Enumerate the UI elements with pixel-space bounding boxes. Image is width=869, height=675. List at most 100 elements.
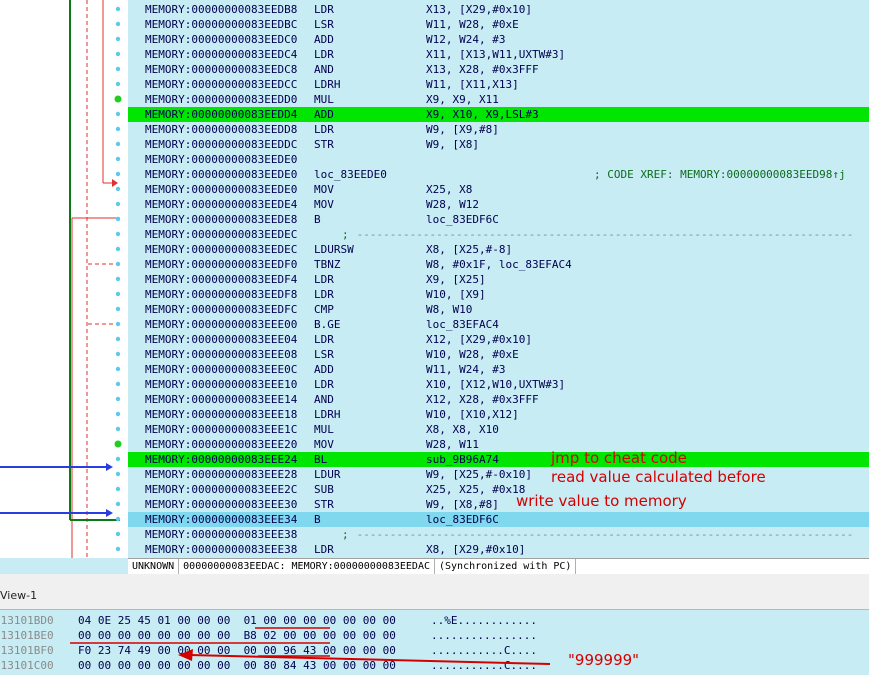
- row-mnemonic[interactable]: LDR: [314, 542, 334, 557]
- listing-row[interactable]: MEMORY:00000000083EEDE4 MOV W28, W12: [128, 197, 869, 212]
- row-operands[interactable]: X8, [X25,#-8]: [426, 242, 512, 257]
- row-operands[interactable]: X13, X28, #0x3FFF: [426, 62, 539, 77]
- hex-row[interactable]: 013101BE0 00 00 00 00 00 00 00 00 B8 02 0…: [0, 628, 869, 643]
- breakpoint-dot[interactable]: [115, 186, 121, 192]
- row-operands[interactable]: X12, [X29,#0x10]: [426, 332, 532, 347]
- breakpoint-dot[interactable]: [115, 126, 121, 132]
- listing-row[interactable]: MEMORY:00000000083EEE38; ---------------…: [128, 527, 869, 542]
- listing-row[interactable]: MEMORY:00000000083EEE20 MOV W28, W11: [128, 437, 869, 452]
- row-operands[interactable]: X8, X8, X10: [426, 422, 499, 437]
- hex-ascii[interactable]: ..%E............: [431, 613, 537, 628]
- row-mnemonic[interactable]: LDUR: [314, 467, 341, 482]
- row-operands[interactable]: X25, X25, #0x18: [426, 482, 525, 497]
- listing-row[interactable]: MEMORY:00000000083EEDB8 LDR X13, [X29,#0x1…: [128, 2, 869, 17]
- listing-row[interactable]: MEMORY:00000000083EEE04 LDR X12, [X29,#0x1…: [128, 332, 869, 347]
- breakpoint-dot[interactable]: [115, 246, 121, 252]
- row-operands[interactable]: loc_83EDF6C: [426, 212, 499, 227]
- row-mnemonic[interactable]: LDURSW: [314, 242, 354, 257]
- listing-row[interactable]: MEMORY:00000000083EEE38 LDR X8, [X29,#0x10…: [128, 542, 869, 557]
- listing-row[interactable]: MEMORY:00000000083EEDE8 Bloc_83EDF6C: [128, 212, 869, 227]
- listing-row[interactable]: MEMORY:00000000083EEDE0 MOV X25, X8: [128, 182, 869, 197]
- hex-view[interactable]: 013101BD0 04 0E 25 45 01 00 00 00 01 00 0…: [0, 610, 869, 675]
- breakpoint-dot[interactable]: [115, 471, 121, 477]
- row-comment[interactable]: ; CODE XREF: MEMORY:00000000083EED98↑j: [594, 167, 846, 182]
- row-operands[interactable]: W9, [X25,#-0x10]: [426, 467, 532, 482]
- listing-row[interactable]: MEMORY:00000000083EEDC0 ADD W12, W24, #3: [128, 32, 869, 47]
- listing-row[interactable]: MEMORY:00000000083EEE1C MUL X8, X8, X10: [128, 422, 869, 437]
- breakpoint-dot[interactable]: [115, 171, 121, 177]
- row-operands[interactable]: sub_9B96A74: [426, 452, 499, 467]
- row-mnemonic[interactable]: TBNZ: [314, 257, 341, 272]
- listing-row[interactable]: MEMORY:00000000083EEE18 LDRH W10, [X10,X12…: [128, 407, 869, 422]
- breakpoint-dot[interactable]: [114, 95, 122, 103]
- breakpoint-dot[interactable]: [115, 291, 121, 297]
- listing-row[interactable]: MEMORY:00000000083EEDFC CMP W8, W10: [128, 302, 869, 317]
- breakpoint-dot[interactable]: [115, 501, 121, 507]
- row-mnemonic[interactable]: ADD: [314, 362, 334, 377]
- breakpoint-dot[interactable]: [115, 141, 121, 147]
- hex-row[interactable]: 013101BD0 04 0E 25 45 01 00 00 00 01 00 0…: [0, 613, 869, 628]
- row-operands[interactable]: X13, [X29,#0x10]: [426, 2, 532, 17]
- hex-view-title[interactable]: View-1: [0, 589, 37, 602]
- row-mnemonic[interactable]: B: [314, 512, 321, 527]
- breakpoint-dot[interactable]: [115, 6, 121, 12]
- listing-row[interactable]: MEMORY:00000000083EEDEC; ---------------…: [128, 227, 869, 242]
- listing-row[interactable]: MEMORY:00000000083EEE24 BL sub_9B96A74: [128, 452, 869, 467]
- hex-row[interactable]: 013101C00 00 00 00 00 00 00 00 00 00 80 8…: [0, 658, 869, 673]
- breakpoint-dot[interactable]: [115, 516, 121, 522]
- row-operands[interactable]: W11, [X11,X13]: [426, 77, 519, 92]
- row-operands[interactable]: W8, W10: [426, 302, 472, 317]
- breakpoint-dot[interactable]: [115, 366, 121, 372]
- row-mnemonic[interactable]: MOV: [314, 182, 334, 197]
- row-mnemonic[interactable]: LSR: [314, 347, 334, 362]
- listing-row[interactable]: MEMORY:00000000083EEDD8 LDR W9, [X9,#8]: [128, 122, 869, 137]
- listing-row[interactable]: MEMORY:00000000083EEE10 LDR X10, [X12,W10,…: [128, 377, 869, 392]
- listing-row[interactable]: MEMORY:00000000083EEE0C ADD W11, W24, #3: [128, 362, 869, 377]
- row-operands[interactable]: X12, X28, #0x3FFF: [426, 392, 539, 407]
- row-operands[interactable]: W12, W24, #3: [426, 32, 505, 47]
- breakpoint-dot[interactable]: [115, 111, 121, 117]
- breakpoint-dot[interactable]: [115, 531, 121, 537]
- hex-bytes[interactable]: F0 23 74 49 00 00 00 00 00 00 96 43 00 0…: [78, 643, 396, 658]
- row-mnemonic[interactable]: LDR: [314, 332, 334, 347]
- hex-bytes[interactable]: 00 00 00 00 00 00 00 00 00 80 84 43 00 0…: [78, 658, 396, 673]
- row-mnemonic[interactable]: LDRH: [314, 77, 341, 92]
- row-mnemonic[interactable]: LDR: [314, 287, 334, 302]
- row-operands[interactable]: W28, W12: [426, 197, 479, 212]
- breakpoint-dot[interactable]: [115, 321, 121, 327]
- row-mnemonic[interactable]: CMP: [314, 302, 334, 317]
- breakpoint-dot[interactable]: [115, 231, 121, 237]
- row-mnemonic[interactable]: LDRH: [314, 407, 341, 422]
- row-mnemonic[interactable]: ADD: [314, 107, 334, 122]
- panel-splitter[interactable]: [0, 574, 869, 581]
- row-mnemonic[interactable]: loc_83EEDE0: [314, 167, 387, 182]
- breakpoint-dot[interactable]: [115, 201, 121, 207]
- row-operands[interactable]: W10, [X9]: [426, 287, 486, 302]
- row-operands[interactable]: X8, [X29,#0x10]: [426, 542, 525, 557]
- breakpoint-dot[interactable]: [115, 411, 121, 417]
- listing-row[interactable]: MEMORY:00000000083EEDF4 LDR X9, [X25]: [128, 272, 869, 287]
- breakpoint-dot[interactable]: [115, 351, 121, 357]
- breakpoint-dots[interactable]: [0, 0, 128, 558]
- breakpoint-dot[interactable]: [115, 306, 121, 312]
- breakpoint-dot[interactable]: [115, 381, 121, 387]
- hex-ascii[interactable]: ................: [431, 628, 537, 643]
- listing-row[interactable]: MEMORY:00000000083EEDBC LSR W11, W28, #0xE: [128, 17, 869, 32]
- breakpoint-dot[interactable]: [115, 456, 121, 462]
- listing-row[interactable]: MEMORY:00000000083EEDDC STR W9, [X8]: [128, 137, 869, 152]
- listing-row[interactable]: MEMORY:00000000083EEDD4 ADD X9, X10, X9,LS…: [128, 107, 869, 122]
- listing-row[interactable]: MEMORY:00000000083EEDC8 AND X13, X28, #0x3…: [128, 62, 869, 77]
- row-mnemonic[interactable]: MUL: [314, 92, 334, 107]
- row-operands[interactable]: W10, [X10,X12]: [426, 407, 519, 422]
- breakpoint-dot[interactable]: [115, 36, 121, 42]
- row-mnemonic[interactable]: AND: [314, 392, 334, 407]
- listing-row[interactable]: MEMORY:00000000083EEDE0: [128, 152, 869, 167]
- hex-ascii[interactable]: ...........C....: [431, 658, 537, 673]
- breakpoint-dot[interactable]: [115, 546, 121, 552]
- row-mnemonic[interactable]: LDR: [314, 47, 334, 62]
- hex-row[interactable]: 013101BF0 F0 23 74 49 00 00 00 00 00 00 9…: [0, 643, 869, 658]
- breakpoint-dot[interactable]: [115, 51, 121, 57]
- listing-row[interactable]: MEMORY:00000000083EEDCC LDRH W11, [X11,X13…: [128, 77, 869, 92]
- row-mnemonic[interactable]: AND: [314, 62, 334, 77]
- hex-ascii[interactable]: ...........C....: [431, 643, 537, 658]
